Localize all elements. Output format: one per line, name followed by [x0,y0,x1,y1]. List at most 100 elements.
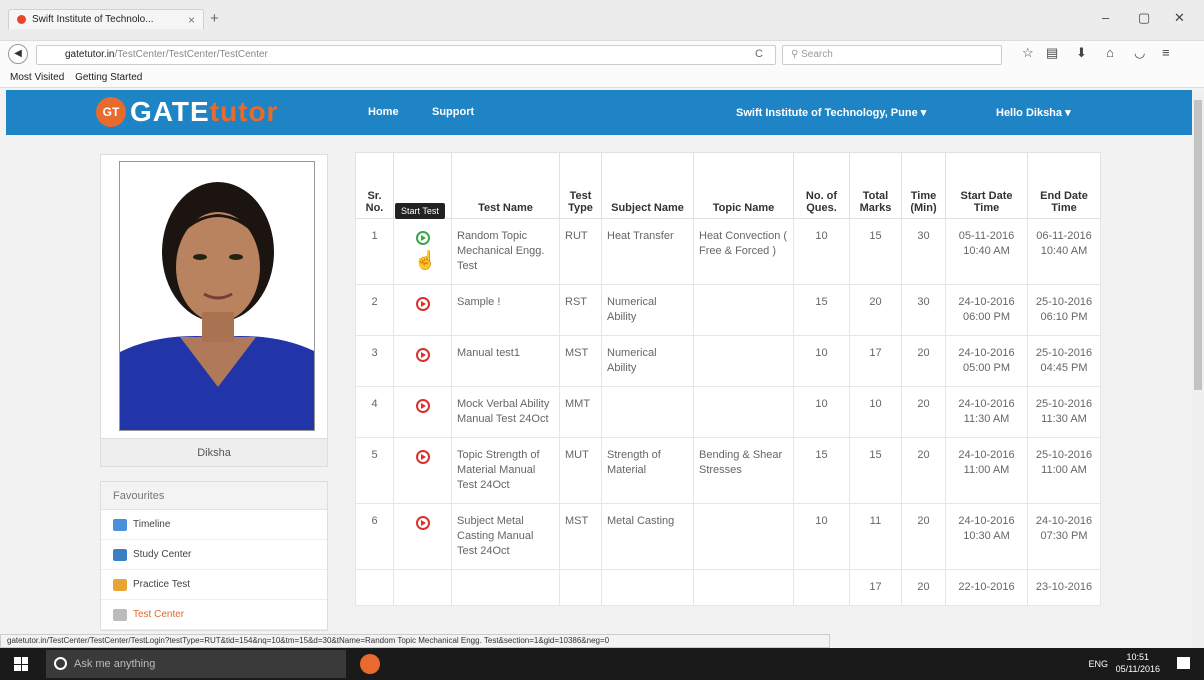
cell-time: 20 [901,569,946,606]
pocket-icon[interactable]: ◡ [1134,45,1145,61]
cell-action [393,284,452,336]
menu-icon[interactable]: ≡ [1162,45,1170,60]
fav-item-test-center[interactable]: Test Center [101,600,327,630]
scrollbar-thumb[interactable] [1194,100,1202,390]
nav-support[interactable]: Support [432,106,474,118]
download-icon[interactable]: ⬇ [1076,45,1087,61]
cell-start-date: 05-11-2016 10:40 AM [945,218,1028,285]
close-window-icon[interactable]: ✕ [1174,10,1185,26]
nav-institute-dropdown[interactable]: Swift Institute of Technology, Pune ▾ [736,106,926,119]
url-field[interactable]: gatetutor.in/TestCenter/TestCenter/TestC… [36,45,776,65]
start-test-button[interactable] [415,516,430,530]
profile-name: Diksha [100,439,328,467]
col-sr-no: Sr. No. [355,152,394,219]
browser-search-placeholder: Search [801,49,833,60]
library-icon[interactable]: ▤ [1046,45,1058,61]
fav-item-timeline[interactable]: Timeline [101,510,327,540]
start-test-button[interactable] [415,348,430,362]
start-test-tooltip: Start Test [395,203,445,219]
cell-topic-name: Heat Convection ( Free & Forced ) [693,218,794,285]
cell-subject-name: Strength of Material [601,437,694,504]
bookmark-getting-started[interactable]: Getting Started [75,72,142,83]
start-test-button[interactable] [415,450,430,464]
cell-subject-name [601,569,694,606]
cell-no-of-ques: 15 [793,437,850,504]
browser-tab-bar: Swift Institute of Technolo... × + – ▢ ✕ [0,0,1204,40]
cell-action [393,386,452,438]
cell-action [393,437,452,504]
bookmark-most-visited[interactable]: Most Visited [10,72,64,83]
cell-topic-name [693,569,794,606]
cell-time: 20 [901,437,946,504]
col-start-date: Start Date Time [945,152,1028,219]
logo-tutor: tutor [209,96,279,127]
star-icon[interactable]: ☆ [1022,45,1034,61]
cell-test-type: RST [559,284,602,336]
close-tab-icon[interactable]: × [188,13,195,27]
cell-test-type: RUT [559,218,602,285]
minimize-icon[interactable]: – [1102,10,1109,25]
fav-item-practice-test[interactable]: Practice Test [101,570,327,600]
tray-language[interactable]: ENG [1088,648,1108,680]
profile-photo [100,154,328,439]
cell-total-marks: 10 [849,386,902,438]
maximize-icon[interactable]: ▢ [1138,10,1150,26]
nav-home[interactable]: Home [368,106,399,118]
cell-start-date: 24-10-2016 05:00 PM [945,335,1028,387]
gatetutor-logo[interactable]: GT GATE tutor [96,94,278,130]
start-test-button[interactable] [415,399,430,413]
table-row: 6 Subject Metal Casting Manual Test 24Oct… [355,503,1101,570]
page-scrollbar[interactable] [1192,90,1204,648]
fav-label: Study Center [133,548,192,560]
nav-user-dropdown[interactable]: Hello Diksha ▾ [996,106,1071,119]
start-test-button[interactable] [415,297,430,311]
favourites-panel: Favourites Timeline Study Center Practic… [100,481,328,631]
cell-topic-name [693,503,794,570]
browser-tab[interactable]: Swift Institute of Technolo... × [8,9,204,29]
cell-test-type: MUT [559,437,602,504]
home-icon[interactable]: ⌂ [1106,45,1114,60]
fav-item-study-center[interactable]: Study Center [101,540,327,570]
cell-total-marks: 20 [849,284,902,336]
cell-test-name: Manual test1 [451,335,560,387]
table-header-row: Sr. No. Action Test Name Test Type Subje… [355,152,1101,219]
col-end-date: End Date Time [1027,152,1101,219]
avatar [119,161,315,431]
cell-start-date: 24-10-2016 11:00 AM [945,437,1028,504]
bookmarks-bar: Most Visited Getting Started [0,68,1204,88]
back-icon[interactable]: ◀ [8,44,28,64]
cell-end-date: 23-10-2016 [1027,569,1101,606]
firefox-taskbar-icon[interactable] [360,654,380,674]
cortana-search-input[interactable]: Ask me anything [46,650,346,678]
study-center-icon [113,548,127,561]
cell-end-date: 24-10-2016 07:30 PM [1027,503,1101,570]
browser-search-input[interactable]: ⚲ Search [782,45,1002,65]
cell-start-date: 24-10-2016 10:30 AM [945,503,1028,570]
tab-title: Swift Institute of Technolo... [32,14,154,25]
table-row: 2 Sample ! RST Numerical Ability 15 20 30 24-10… [355,284,1101,336]
cell-total-marks: 15 [849,437,902,504]
fav-label: Timeline [133,518,171,530]
table-row: 3 Manual test1 MST Numerical Ability 10 17 20 2… [355,335,1101,387]
cell-time: 20 [901,386,946,438]
cell-time: 30 [901,218,946,285]
col-subject-name: Subject Name [601,152,694,219]
cell-start-date: 22-10-2016 [945,569,1028,606]
notification-icon[interactable] [1177,657,1190,669]
reload-icon[interactable]: C [755,48,763,60]
cell-total-marks: 15 [849,218,902,285]
clock-date: 05/11/2016 [1115,664,1160,674]
taskbar-clock[interactable]: 10:51 05/11/2016 [1116,651,1160,675]
start-test-button[interactable] [415,231,430,245]
test-center-icon [113,608,127,621]
search-icon: ⚲ [791,49,802,60]
cell-test-name [451,569,560,606]
new-tab-button[interactable]: + [210,10,219,27]
cell-time: 20 [901,503,946,570]
cortana-placeholder: Ask me anything [74,658,156,670]
cell-start-date: 24-10-2016 06:00 PM [945,284,1028,336]
windows-start-icon[interactable] [14,657,28,671]
cell-no-of-ques: 10 [793,218,850,285]
test-table: Sr. No. Action Test Name Test Type Subje… [355,152,1101,606]
cell-topic-name [693,386,794,438]
